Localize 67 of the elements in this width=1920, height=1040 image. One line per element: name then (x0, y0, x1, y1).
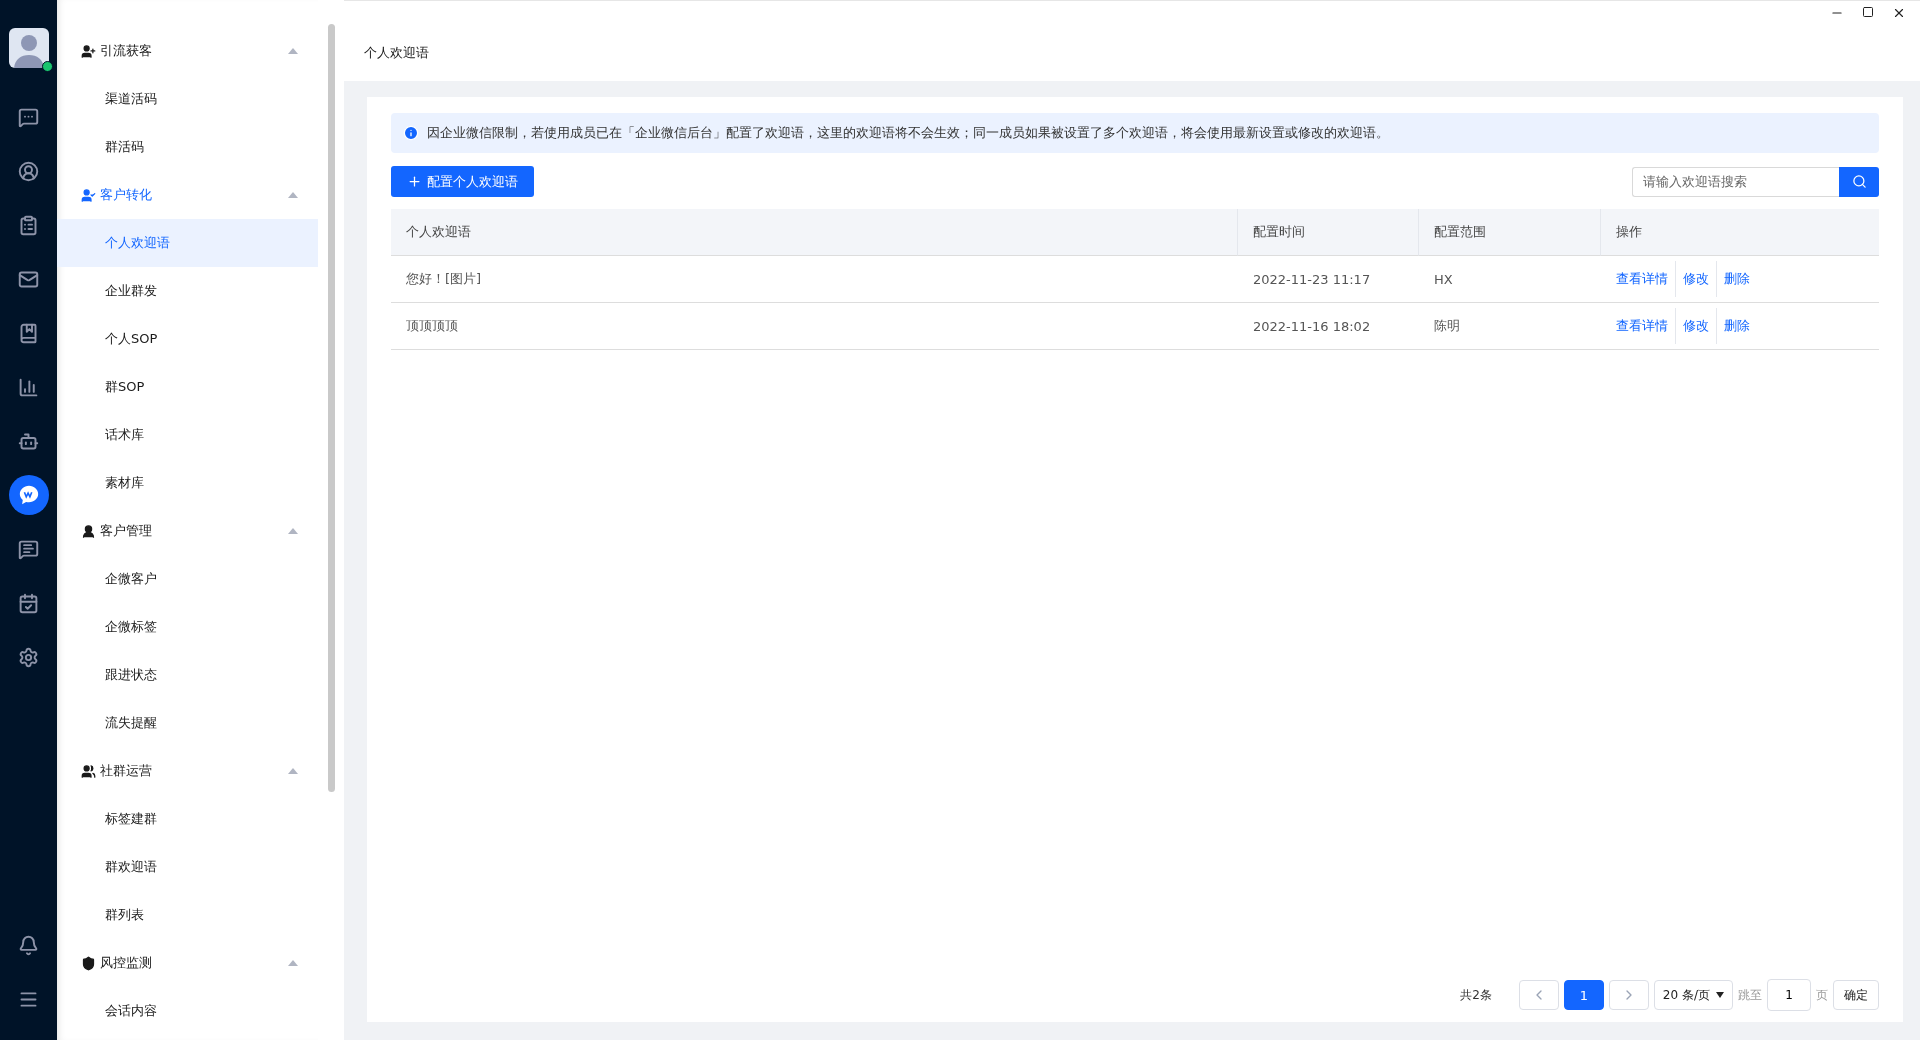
menu-item[interactable]: 话术库 (57, 411, 318, 459)
menu-item[interactable]: 群活码 (57, 123, 318, 171)
menu-item[interactable]: 企微客户 (57, 555, 318, 603)
menu-item[interactable]: 群列表 (57, 891, 318, 939)
plus-icon (407, 174, 422, 189)
table-cell: 陈明 (1419, 303, 1601, 350)
page-title: 个人欢迎语 (363, 44, 430, 62)
menu-group-title: 引流获客 (100, 42, 153, 60)
menu-item[interactable]: 企业群发 (57, 267, 318, 315)
user-icon (81, 523, 96, 539)
action-link[interactable]: 查看详情 (1616, 261, 1675, 297)
action-link[interactable]: 删除 (1716, 308, 1757, 344)
page-size-select[interactable]: 20 条/页 (1653, 980, 1733, 1010)
menu-item[interactable]: 群SOP (57, 363, 318, 411)
jump-label: 跳至 (1738, 986, 1762, 1004)
info-icon (403, 125, 419, 141)
jump-field[interactable]: 1 (1767, 979, 1811, 1011)
menu-group-title: 客户管理 (100, 522, 153, 540)
table-cell: 顶顶顶顶 (391, 303, 1238, 350)
user-plus-icon (81, 43, 96, 59)
page-unit: 页 (1816, 986, 1828, 1004)
add-button[interactable]: 配置个人欢迎语 (391, 166, 534, 197)
search-icon (1851, 174, 1867, 189)
menu-group-title: 客户转化 (100, 186, 153, 204)
action-link[interactable]: 删除 (1716, 261, 1757, 297)
table-cell: 2022-11-23 11:17 (1238, 256, 1419, 303)
table-cell: 您好！[图片] (391, 256, 1238, 303)
search-button[interactable] (1839, 166, 1879, 197)
menu-item[interactable]: 渠道活码 (57, 75, 318, 123)
menu-group-title: 风控监测 (100, 954, 153, 972)
menu-group-header[interactable]: 客户管理 (57, 507, 318, 555)
column-header: 配置时间 (1238, 209, 1419, 256)
scrollbar-thumb[interactable] (327, 24, 335, 792)
menu-item[interactable]: 企微标签 (57, 603, 318, 651)
notice-text: 因企业微信限制，若使用成员已在「企业微信后台」配置了欢迎语，这里的欢迎语将不会生效；同一成员如果被设置了多个欢迎语，将会使用最新设置或修改的欢迎语。 (427, 124, 1389, 142)
menu-item[interactable]: 个人欢迎语 (57, 219, 318, 267)
total-count: 共2条 (1460, 986, 1492, 1004)
menu-group-header[interactable]: 社群运营 (57, 747, 318, 795)
confirm-button[interactable]: 确定 (1833, 980, 1879, 1010)
menu-item[interactable]: 会话内容 (57, 987, 318, 1035)
column-header: 操作 (1601, 209, 1879, 256)
page-button[interactable]: 1 (1563, 980, 1604, 1010)
menu-item[interactable]: 个人SOP (57, 315, 318, 363)
menu-group-header[interactable]: 引流获客 (57, 27, 318, 75)
menu-item[interactable]: 群欢迎语 (57, 843, 318, 891)
menu-item[interactable]: 流失提醒 (57, 699, 318, 747)
user-check-icon (81, 187, 96, 203)
menu-item[interactable]: 素材库 (57, 459, 318, 507)
caret-icon (1716, 992, 1724, 998)
action-link[interactable]: 修改 (1675, 308, 1716, 344)
action-link[interactable]: 查看详情 (1616, 308, 1675, 344)
menu-item[interactable]: 标签建群 (57, 795, 318, 843)
column-header: 个人欢迎语 (391, 209, 1238, 256)
menu-item[interactable]: 跟进状态 (57, 651, 318, 699)
chat-bubble-icon[interactable] (8, 475, 49, 515)
action-link[interactable]: 修改 (1675, 261, 1716, 297)
shield-icon (81, 955, 96, 971)
search-field[interactable]: 请输入欢迎语搜索 (1632, 166, 1839, 197)
column-header: 配置范围 (1419, 209, 1601, 256)
table-cell: HX (1419, 256, 1601, 303)
menu-group-title: 社群运营 (100, 762, 153, 780)
close-icon[interactable] (1892, 6, 1906, 20)
maximize-icon[interactable] (1862, 6, 1874, 18)
menu-group-header[interactable]: 风控监测 (57, 939, 318, 987)
table-cell: 2022-11-16 18:02 (1238, 303, 1419, 350)
users-icon (81, 763, 96, 779)
menu-group-header[interactable]: 客户转化 (57, 171, 318, 219)
